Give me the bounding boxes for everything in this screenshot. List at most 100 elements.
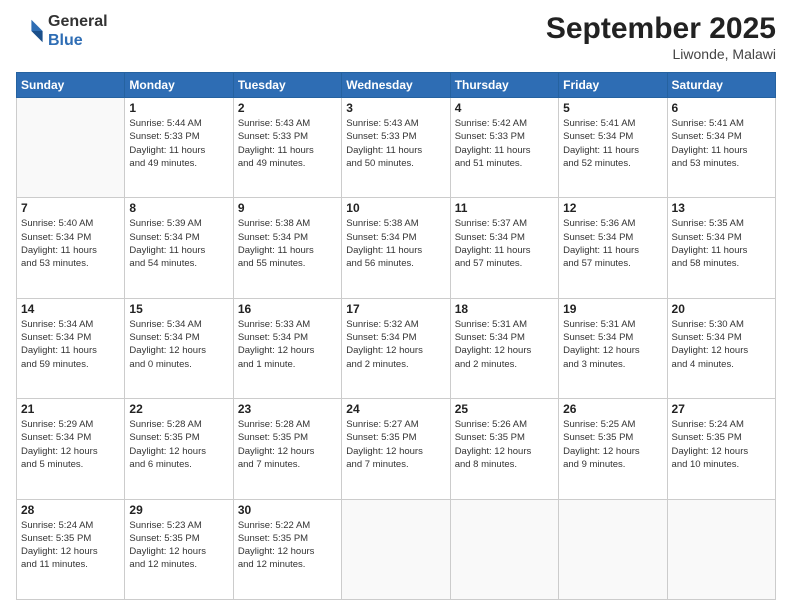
day-number: 1 xyxy=(129,101,228,115)
calendar-day-cell: 15 Sunrise: 5:34 AM Sunset: 5:34 PM Dayli… xyxy=(125,298,233,398)
calendar-week-row: 14 Sunrise: 5:34 AM Sunset: 5:34 PM Dayli… xyxy=(17,298,776,398)
logo-general: General xyxy=(48,13,108,30)
day-number: 20 xyxy=(672,302,771,316)
calendar-day-cell xyxy=(342,499,450,599)
calendar-day-cell xyxy=(667,499,775,599)
day-info: Sunrise: 5:41 AM Sunset: 5:34 PM Dayligh… xyxy=(563,117,662,170)
header: General Blue September 2025 Liwonde, Mal… xyxy=(16,12,776,62)
weekday-header: Tuesday xyxy=(233,73,341,98)
day-info: Sunrise: 5:24 AM Sunset: 5:35 PM Dayligh… xyxy=(21,519,120,572)
calendar-day-cell: 22 Sunrise: 5:28 AM Sunset: 5:35 PM Dayli… xyxy=(125,399,233,499)
calendar-day-cell: 25Sunrise: 5:26 AM Sunset: 5:35 PM Dayli… xyxy=(450,399,558,499)
calendar-day-cell: 20 Sunrise: 5:30 AM Sunset: 5:34 PM Dayli… xyxy=(667,298,775,398)
day-number: 18 xyxy=(455,302,554,316)
day-info: Sunrise: 5:28 AM Sunset: 5:35 PM Dayligh… xyxy=(238,418,337,471)
day-number: 8 xyxy=(129,201,228,215)
day-info: Sunrise: 5:42 AM Sunset: 5:33 PM Dayligh… xyxy=(455,117,554,170)
location: Liwonde, Malawi xyxy=(546,46,776,62)
day-info: Sunrise: 5:38 AM Sunset: 5:34 PM Dayligh… xyxy=(238,217,337,270)
day-number: 26 xyxy=(563,402,662,416)
day-info: Sunrise: 5:34 AM Sunset: 5:34 PM Dayligh… xyxy=(129,318,228,371)
day-number: 19 xyxy=(563,302,662,316)
day-info: Sunrise: 5:30 AM Sunset: 5:34 PM Dayligh… xyxy=(672,318,771,371)
day-number: 4 xyxy=(455,101,554,115)
calendar-day-cell: 7Sunrise: 5:40 AM Sunset: 5:34 PM Daylig… xyxy=(17,198,125,298)
day-info: Sunrise: 5:43 AM Sunset: 5:33 PM Dayligh… xyxy=(346,117,445,170)
calendar-day-cell: 24 Sunrise: 5:27 AM Sunset: 5:35 PM Dayli… xyxy=(342,399,450,499)
calendar-day-cell: 18 Sunrise: 5:31 AM Sunset: 5:34 PM Dayli… xyxy=(450,298,558,398)
day-info: Sunrise: 5:36 AM Sunset: 5:34 PM Dayligh… xyxy=(563,217,662,270)
day-number: 29 xyxy=(129,503,228,517)
weekday-header: Saturday xyxy=(667,73,775,98)
day-number: 16 xyxy=(238,302,337,316)
day-info: Sunrise: 5:35 AM Sunset: 5:34 PM Dayligh… xyxy=(672,217,771,270)
day-number: 22 xyxy=(129,402,228,416)
calendar-day-cell: 19 Sunrise: 5:31 AM Sunset: 5:34 PM Dayli… xyxy=(559,298,667,398)
day-number: 14 xyxy=(21,302,120,316)
day-info: Sunrise: 5:34 AM Sunset: 5:34 PM Dayligh… xyxy=(21,318,120,371)
day-info: Sunrise: 5:29 AM Sunset: 5:34 PM Dayligh… xyxy=(21,418,120,471)
calendar-header-row: SundayMondayTuesdayWednesdayThursdayFrid… xyxy=(17,73,776,98)
logo-icon xyxy=(16,17,44,45)
day-info: Sunrise: 5:37 AM Sunset: 5:34 PM Dayligh… xyxy=(455,217,554,270)
day-info: Sunrise: 5:32 AM Sunset: 5:34 PM Dayligh… xyxy=(346,318,445,371)
day-number: 10 xyxy=(346,201,445,215)
calendar-day-cell: 8 Sunrise: 5:39 AM Sunset: 5:34 PM Daylig… xyxy=(125,198,233,298)
day-info: Sunrise: 5:27 AM Sunset: 5:35 PM Dayligh… xyxy=(346,418,445,471)
day-number: 11 xyxy=(455,201,554,215)
day-info: Sunrise: 5:41 AM Sunset: 5:34 PM Dayligh… xyxy=(672,117,771,170)
calendar-week-row: 21 Sunrise: 5:29 AM Sunset: 5:34 PM Dayli… xyxy=(17,399,776,499)
calendar-day-cell: 29Sunrise: 5:23 AM Sunset: 5:35 PM Dayli… xyxy=(125,499,233,599)
day-info: Sunrise: 5:39 AM Sunset: 5:34 PM Dayligh… xyxy=(129,217,228,270)
day-number: 5 xyxy=(563,101,662,115)
day-info: Sunrise: 5:43 AM Sunset: 5:33 PM Dayligh… xyxy=(238,117,337,170)
calendar-day-cell: 4 Sunrise: 5:42 AM Sunset: 5:33 PM Daylig… xyxy=(450,98,558,198)
calendar-day-cell: 1Sunrise: 5:44 AM Sunset: 5:33 PM Daylig… xyxy=(125,98,233,198)
calendar-day-cell: 6 Sunrise: 5:41 AM Sunset: 5:34 PM Daylig… xyxy=(667,98,775,198)
day-number: 28 xyxy=(21,503,120,517)
day-number: 15 xyxy=(129,302,228,316)
calendar-week-row: 1Sunrise: 5:44 AM Sunset: 5:33 PM Daylig… xyxy=(17,98,776,198)
weekday-header: Thursday xyxy=(450,73,558,98)
day-number: 3 xyxy=(346,101,445,115)
day-info: Sunrise: 5:38 AM Sunset: 5:34 PM Dayligh… xyxy=(346,217,445,270)
weekday-header: Wednesday xyxy=(342,73,450,98)
day-info: Sunrise: 5:26 AM Sunset: 5:35 PM Dayligh… xyxy=(455,418,554,471)
day-number: 12 xyxy=(563,201,662,215)
calendar-day-cell: 21 Sunrise: 5:29 AM Sunset: 5:34 PM Dayli… xyxy=(17,399,125,499)
day-info: Sunrise: 5:25 AM Sunset: 5:35 PM Dayligh… xyxy=(563,418,662,471)
day-info: Sunrise: 5:28 AM Sunset: 5:35 PM Dayligh… xyxy=(129,418,228,471)
calendar-day-cell: 5 Sunrise: 5:41 AM Sunset: 5:34 PM Daylig… xyxy=(559,98,667,198)
page: General Blue September 2025 Liwonde, Mal… xyxy=(0,0,792,612)
calendar-day-cell: 11 Sunrise: 5:37 AM Sunset: 5:34 PM Dayli… xyxy=(450,198,558,298)
calendar-day-cell: 28 Sunrise: 5:24 AM Sunset: 5:35 PM Dayli… xyxy=(17,499,125,599)
calendar-day-cell: 16Sunrise: 5:33 AM Sunset: 5:34 PM Dayli… xyxy=(233,298,341,398)
weekday-header: Friday xyxy=(559,73,667,98)
calendar-week-row: 28 Sunrise: 5:24 AM Sunset: 5:35 PM Dayli… xyxy=(17,499,776,599)
day-number: 24 xyxy=(346,402,445,416)
day-info: Sunrise: 5:31 AM Sunset: 5:34 PM Dayligh… xyxy=(455,318,554,371)
calendar-day-cell: 23 Sunrise: 5:28 AM Sunset: 5:35 PM Dayli… xyxy=(233,399,341,499)
day-number: 6 xyxy=(672,101,771,115)
title-block: September 2025 Liwonde, Malawi xyxy=(546,12,776,62)
calendar-day-cell: 12 Sunrise: 5:36 AM Sunset: 5:34 PM Dayli… xyxy=(559,198,667,298)
day-number: 17 xyxy=(346,302,445,316)
calendar-table: SundayMondayTuesdayWednesdayThursdayFrid… xyxy=(16,72,776,600)
day-info: Sunrise: 5:24 AM Sunset: 5:35 PM Dayligh… xyxy=(672,418,771,471)
day-number: 2 xyxy=(238,101,337,115)
day-number: 13 xyxy=(672,201,771,215)
calendar-day-cell xyxy=(450,499,558,599)
day-info: Sunrise: 5:31 AM Sunset: 5:34 PM Dayligh… xyxy=(563,318,662,371)
calendar-day-cell xyxy=(17,98,125,198)
day-number: 21 xyxy=(21,402,120,416)
logo-text: General Blue xyxy=(48,12,108,50)
calendar-day-cell: 14 Sunrise: 5:34 AM Sunset: 5:34 PM Dayli… xyxy=(17,298,125,398)
day-number: 7 xyxy=(21,201,120,215)
day-number: 9 xyxy=(238,201,337,215)
logo-blue: Blue xyxy=(48,32,83,49)
logo: General Blue xyxy=(16,12,108,50)
weekday-header: Monday xyxy=(125,73,233,98)
day-number: 23 xyxy=(238,402,337,416)
day-number: 30 xyxy=(238,503,337,517)
calendar-day-cell xyxy=(559,499,667,599)
